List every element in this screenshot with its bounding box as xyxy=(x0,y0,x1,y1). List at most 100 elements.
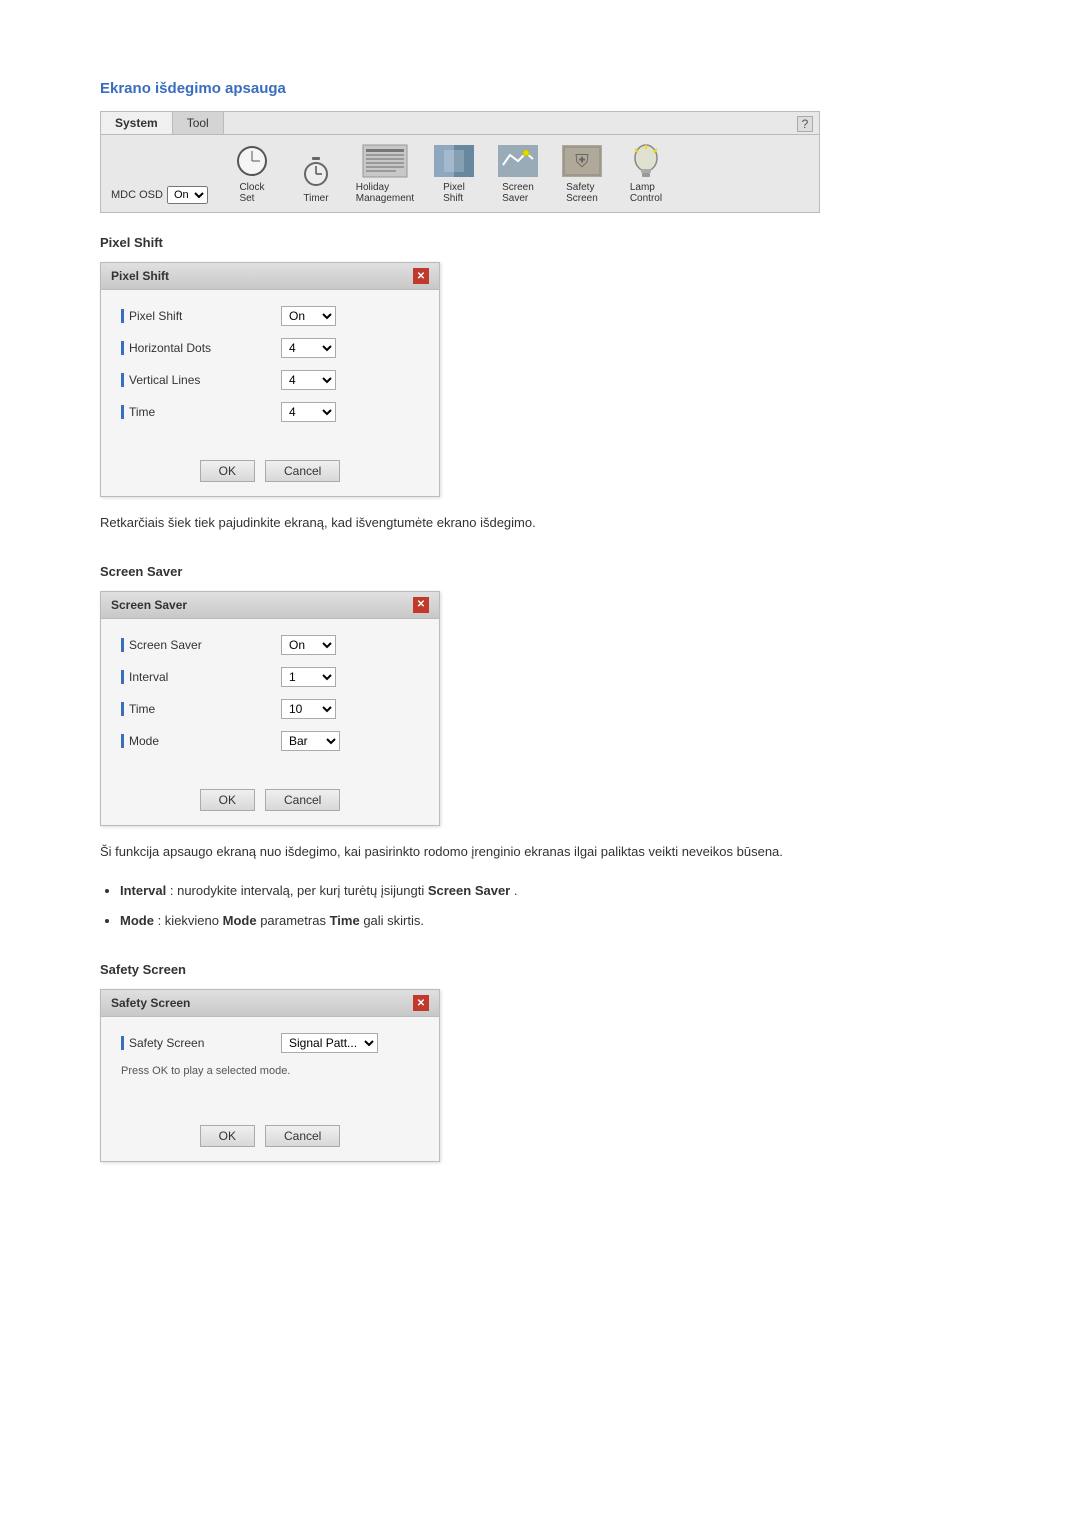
lamp-control-label: LampControl xyxy=(630,182,662,204)
screen-saver-icon-box xyxy=(496,143,540,179)
screen-saver-row-time: Time 102030 xyxy=(121,699,419,719)
screen-saver-dialog-title: Screen Saver xyxy=(111,598,187,612)
screen-saver-icon xyxy=(498,145,538,177)
toolbar-tabs: System Tool ? xyxy=(101,112,819,135)
mdc-osd-select[interactable]: On Off xyxy=(167,186,208,204)
question-mark-button[interactable]: ? xyxy=(797,116,813,132)
screen-saver-label-interval: Interval xyxy=(121,670,281,684)
v-lines-select[interactable]: 1234 xyxy=(281,370,336,390)
toolbar-body: MDC OSD On Off ClockSet xyxy=(101,135,819,212)
pixel-shift-row-v-lines: Vertical Lines 1234 xyxy=(121,370,419,390)
safety-screen-section: Safety Screen Safety Screen ✕ Safety Scr… xyxy=(100,962,980,1162)
pixel-shift-ok-button[interactable]: OK xyxy=(200,460,255,482)
mdc-osd-control: MDC OSD On Off xyxy=(111,186,208,204)
pixel-shift-select[interactable]: OnOff xyxy=(281,306,336,326)
clock-icon xyxy=(237,146,267,176)
lamp-control-icon-box xyxy=(624,143,668,179)
pixel-shift-dialog-body: Pixel Shift OnOff Horizontal Dots xyxy=(101,290,439,450)
page-title: Ekrano išdegimo apsauga xyxy=(100,80,980,97)
h-dots-select[interactable]: 1234 xyxy=(281,338,336,358)
lamp-icon xyxy=(629,143,663,179)
label-bar xyxy=(121,702,124,716)
screen-saver-control-mode: BarFadeScroll xyxy=(281,731,340,751)
screen-saver-close-button[interactable]: ✕ xyxy=(413,597,429,613)
bullet-time-bold: Time xyxy=(330,913,360,928)
pixel-shift-description: Retkarčiais šiek tiek pajudinkite ekraną… xyxy=(100,513,980,534)
pixel-shift-heading: Pixel Shift xyxy=(100,235,980,250)
interval-select[interactable]: 123 xyxy=(281,667,336,687)
page-container: Ekrano išdegimo apsauga System Tool ? MD… xyxy=(100,80,980,1162)
screen-saver-select[interactable]: OnOff xyxy=(281,635,336,655)
label-bar xyxy=(121,638,124,652)
pixel-shift-row-time: Time 1234 xyxy=(121,402,419,422)
timer-label: Timer xyxy=(303,193,328,204)
label-bar xyxy=(121,341,124,355)
screen-saver-label-time: Time xyxy=(121,702,281,716)
mdc-label: MDC OSD xyxy=(111,189,163,201)
toolbar-item-timer[interactable]: Timer xyxy=(286,154,346,204)
screen-saver-description: Ši funkcija apsaugo ekraną nuo išdegimo,… xyxy=(100,842,980,863)
screen-saver-cancel-button[interactable]: Cancel xyxy=(265,789,340,811)
clock-icon-box xyxy=(230,143,274,179)
label-bar xyxy=(121,670,124,684)
bullet-mode-bold: Mode xyxy=(223,913,257,928)
mode-select[interactable]: BarFadeScroll xyxy=(281,731,340,751)
safety-screen-cancel-button[interactable]: Cancel xyxy=(265,1125,340,1147)
safety-screen-note: Press OK to play a selected mode. xyxy=(121,1065,290,1077)
pixel-shift-close-button[interactable]: ✕ xyxy=(413,268,429,284)
screen-saver-section: Screen Saver Screen Saver ✕ Screen Saver… xyxy=(100,564,980,932)
toolbar-item-pixel-shift[interactable]: PixelShift xyxy=(424,143,484,204)
bullet-interval-end: . xyxy=(514,883,518,898)
bullet-mode-label: Mode xyxy=(120,913,154,928)
screen-saver-control-main: OnOff xyxy=(281,635,336,655)
screen-saver-ok-button[interactable]: OK xyxy=(200,789,255,811)
screen-saver-heading: Screen Saver xyxy=(100,564,980,579)
safety-screen-dialog-footer: OK Cancel xyxy=(101,1115,439,1161)
toolbar-item-holiday[interactable]: HolidayManagement xyxy=(350,143,420,204)
safety-screen-heading: Safety Screen xyxy=(100,962,980,977)
pixel-shift-cancel-button[interactable]: Cancel xyxy=(265,460,340,482)
tab-tool[interactable]: Tool xyxy=(173,112,224,134)
safety-screen-dialog: Safety Screen ✕ Safety Screen Signal Pat… xyxy=(100,989,440,1162)
svg-text:⛨: ⛨ xyxy=(575,151,589,171)
pixel-shift-icon-box xyxy=(432,143,476,179)
bullet-mode-text1: : kiekvieno xyxy=(158,913,223,928)
screen-saver-row-mode: Mode BarFadeScroll xyxy=(121,731,419,751)
safety-screen-icon: ⛨ xyxy=(562,145,602,177)
time-select[interactable]: 1234 xyxy=(281,402,336,422)
screen-saver-label-mode: Mode xyxy=(121,734,281,748)
label-bar xyxy=(121,1036,124,1050)
safety-screen-label-main: Safety Screen xyxy=(121,1036,281,1050)
clock-set-label: ClockSet xyxy=(239,182,264,204)
screen-saver-label: ScreenSaver xyxy=(502,182,534,204)
tab-system[interactable]: System xyxy=(101,112,173,134)
safety-screen-control-main: Signal Patt... White Black Checker Gradi… xyxy=(281,1033,378,1053)
safety-screen-icon-box: ⛨ xyxy=(560,143,604,179)
safety-screen-dialog-header: Safety Screen ✕ xyxy=(101,990,439,1017)
bullet-mode-text2: parametras xyxy=(260,913,329,928)
label-bar xyxy=(121,373,124,387)
toolbar-item-screen-saver[interactable]: ScreenSaver xyxy=(488,143,548,204)
pixel-shift-row-pixel-shift: Pixel Shift OnOff xyxy=(121,306,419,326)
toolbar-item-lamp-control[interactable]: LampControl xyxy=(616,143,676,204)
screen-saver-dialog: Screen Saver ✕ Screen Saver OnOff xyxy=(100,591,440,826)
safety-screen-ok-button[interactable]: OK xyxy=(200,1125,255,1147)
pixel-shift-control-h-dots: 1234 xyxy=(281,338,336,358)
toolbar-item-safety-screen[interactable]: ⛨ SafetyScreen xyxy=(552,143,612,204)
screen-saver-row-interval: Interval 123 xyxy=(121,667,419,687)
pixel-shift-control-v-lines: 1234 xyxy=(281,370,336,390)
safety-screen-select[interactable]: Signal Patt... White Black Checker Gradi… xyxy=(281,1033,378,1053)
label-bar xyxy=(121,734,124,748)
holiday-icon xyxy=(362,144,408,178)
screen-saver-dialog-body: Screen Saver OnOff Interval xyxy=(101,619,439,779)
holiday-icon-box xyxy=(359,143,411,179)
safety-screen-close-button[interactable]: ✕ xyxy=(413,995,429,1011)
bullet-interval: Interval : nurodykite intervalą, per kur… xyxy=(120,881,980,902)
ss-time-select[interactable]: 102030 xyxy=(281,699,336,719)
pixel-shift-icon xyxy=(434,145,474,177)
bullet-mode: Mode : kiekvieno Mode parametras Time ga… xyxy=(120,911,980,932)
toolbar-item-clock-set[interactable]: ClockSet xyxy=(222,143,282,204)
timer-icon xyxy=(300,156,332,188)
toolbar-panel: System Tool ? MDC OSD On Off ClockSet xyxy=(100,111,820,213)
safety-screen-dialog-body: Safety Screen Signal Patt... White Black… xyxy=(101,1017,439,1115)
